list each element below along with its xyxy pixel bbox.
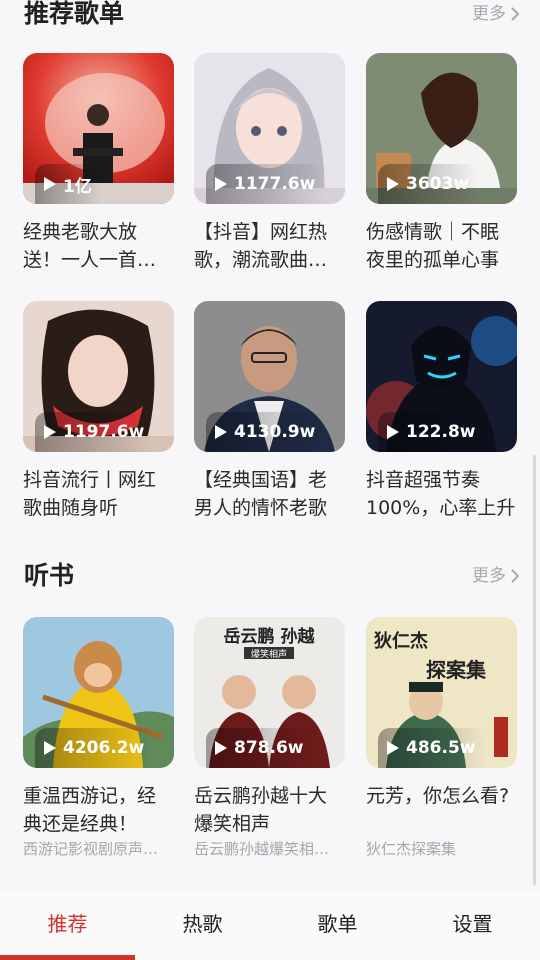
- playlist-title: 伤感情歌｜不眠夜里的孤单心事: [366, 221, 500, 271]
- playlist-title: 抖音流行丨网红歌曲随身听: [23, 469, 157, 519]
- play-count-badge: 4130.9w: [206, 412, 326, 452]
- scrollbar[interactable]: [533, 455, 536, 885]
- play-count-badge: 878.6w: [206, 728, 314, 768]
- play-count: 3603w: [406, 174, 470, 194]
- play-count: 1亿: [63, 176, 92, 197]
- playlist-cover: 1197.6w: [23, 301, 174, 452]
- play-icon: [215, 177, 227, 191]
- playlist-card[interactable]: 122.8w 抖音超强节奏100%，心率上升: [366, 301, 517, 522]
- nav-tab-recommend[interactable]: 推荐: [0, 890, 135, 960]
- play-icon: [44, 425, 56, 439]
- recommend-more-link[interactable]: 更多: [472, 0, 520, 34]
- playlist-title: 【经典国语】老男人的情怀老歌: [194, 469, 328, 519]
- audiobook-card[interactable]: 4206.2w 重温西游记，经典还是经典！ 西游记影视剧原声…: [23, 617, 174, 860]
- more-label: 更多: [472, 566, 506, 586]
- audiobook-title: 听书: [24, 561, 75, 590]
- audiobook-cover: 狄仁杰 探案集 486.5w: [366, 617, 517, 768]
- audiobook-title: 岳云鹏孙越十大爆笑相声: [194, 785, 328, 835]
- playlist-cover: 1177.6w: [194, 53, 345, 204]
- audiobook-subtitle: 西游记影视剧原声…: [23, 840, 159, 858]
- cover-title-text: 狄仁杰: [373, 630, 428, 652]
- nav-tab-hot-songs[interactable]: 热歌: [135, 890, 270, 960]
- playlist-title: 抖音超强节奏100%，心率上升: [366, 469, 516, 519]
- audiobook-card[interactable]: 狄仁杰 探案集 486.5w 元芳，你怎么看? 狄仁杰探案集: [366, 617, 517, 860]
- play-count-badge: 4206.2w: [35, 728, 155, 768]
- chevron-right-icon: [511, 569, 520, 583]
- chevron-right-icon: [511, 7, 520, 21]
- play-count: 878.6w: [234, 738, 304, 758]
- playlist-title: 经典老歌大放送！一人一首成名曲: [23, 221, 157, 271]
- bottom-nav: 推荐 热歌 歌单 设置: [0, 890, 540, 960]
- playlist-card[interactable]: 4130.9w 【经典国语】老男人的情怀老歌: [194, 301, 345, 522]
- play-count: 122.8w: [406, 422, 476, 442]
- audiobook-card[interactable]: 岳云鹏 孙越 爆笑相声 878.6w 岳云鹏孙越十大爆笑相声 岳云鹏孙越爆笑相…: [194, 617, 345, 860]
- playlist-card[interactable]: 3603w 伤感情歌｜不眠夜里的孤单心事: [366, 53, 517, 274]
- play-count: 1197.6w: [63, 422, 145, 442]
- playlist-cover: 4130.9w: [194, 301, 345, 452]
- play-count-badge: 486.5w: [378, 728, 486, 768]
- play-icon: [387, 425, 399, 439]
- play-icon: [215, 741, 227, 755]
- play-icon: [44, 741, 56, 755]
- audiobook-cover: 4206.2w: [23, 617, 174, 768]
- play-count: 4206.2w: [63, 738, 145, 758]
- play-count: 486.5w: [406, 738, 476, 758]
- play-icon: [215, 425, 227, 439]
- nav-tab-settings[interactable]: 设置: [405, 890, 540, 960]
- recommend-title: 推荐歌单: [24, 0, 125, 28]
- play-count-badge: 1177.6w: [206, 164, 326, 204]
- playlist-cover: 3603w: [366, 53, 517, 204]
- audiobook-title: 重温西游记，经典还是经典！: [23, 785, 157, 835]
- play-icon: [387, 177, 399, 191]
- recommend-header: 推荐歌单 更多: [24, 0, 520, 34]
- play-icon: [44, 177, 56, 191]
- playlist-card[interactable]: 1177.6w 【抖音】网红热歌，潮流歌曲在此: [194, 53, 345, 274]
- playlist-title: 【抖音】网红热歌，潮流歌曲在此: [194, 221, 328, 271]
- audiobook-cover: 岳云鹏 孙越 爆笑相声 878.6w: [194, 617, 345, 768]
- nav-tab-playlists[interactable]: 歌单: [270, 890, 405, 960]
- playlist-cover: 122.8w: [366, 301, 517, 452]
- audiobook-subtitle: 岳云鹏孙越爆笑相…: [194, 840, 330, 858]
- play-count-badge: 1197.6w: [35, 412, 155, 452]
- play-count: 4130.9w: [234, 422, 316, 442]
- play-icon: [387, 741, 399, 755]
- playlist-card[interactable]: 1197.6w 抖音流行丨网红歌曲随身听: [23, 301, 174, 522]
- cover-subtitle-text: 探案集: [426, 658, 487, 682]
- play-count-badge: 1亿: [35, 164, 102, 204]
- active-tab-indicator: [0, 955, 135, 960]
- play-count: 1177.6w: [234, 174, 316, 194]
- more-label: 更多: [472, 4, 506, 24]
- play-count-badge: 122.8w: [378, 412, 486, 452]
- playlist-cover: 1亿: [23, 53, 174, 204]
- cover-subtitle-text: 爆笑相声: [251, 648, 287, 660]
- audiobook-title: 元芳，你怎么看?: [366, 785, 510, 807]
- audiobook-header: 听书 更多: [24, 556, 520, 596]
- play-count-badge: 3603w: [378, 164, 480, 204]
- cover-title-text: 岳云鹏 孙越: [224, 626, 316, 647]
- audiobook-subtitle: 狄仁杰探案集: [366, 840, 457, 858]
- audiobook-more-link[interactable]: 更多: [472, 556, 520, 596]
- playlist-card[interactable]: 1亿 经典老歌大放送！一人一首成名曲: [23, 53, 174, 274]
